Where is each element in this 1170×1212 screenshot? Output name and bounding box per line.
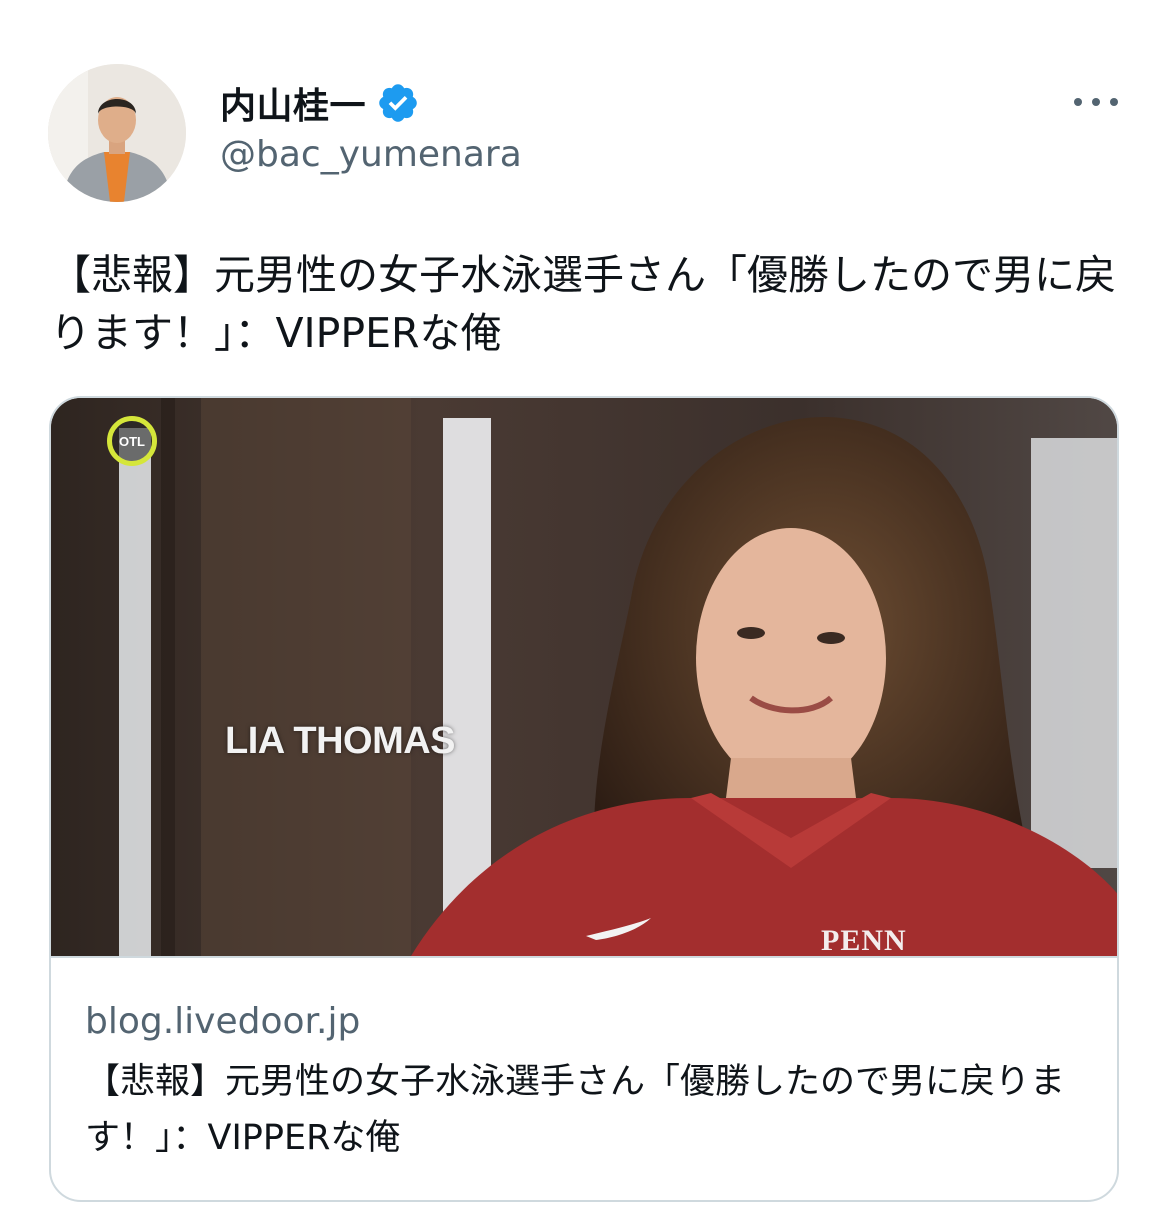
image-caption: LIA THOMAS: [225, 720, 456, 762]
card-title: 【悲報】元男性の女子水泳選手さん「優勝したので男に戻ります！」：VIPPERな俺: [85, 1062, 1066, 1158]
avatar-photo: [48, 64, 186, 202]
card-photo: [51, 398, 1117, 956]
card-domain: blog.livedoor.jp: [85, 1001, 361, 1042]
more-dot: [1074, 98, 1082, 106]
avatar[interactable]: [48, 64, 186, 202]
card-image[interactable]: OTL LIA THOMAS PENN: [51, 398, 1117, 958]
more-dot: [1110, 98, 1118, 106]
author-display-name[interactable]: 内山桂一: [220, 77, 366, 129]
verified-badge-icon: [379, 84, 417, 122]
link-card[interactable]: OTL LIA THOMAS PENN blog.livedoor.jp 【悲報…: [49, 396, 1119, 1202]
otl-logo: OTL: [107, 416, 157, 466]
shirt-text: PENN: [821, 924, 907, 957]
author-handle[interactable]: @bac_yumenara: [220, 134, 522, 175]
tweet-text: 【悲報】元男性の女子水泳選手さん「優勝したので男に戻ります！」：VIPPERな俺: [50, 251, 1116, 357]
tweet: 内山桂一 @bac_yumenara 【悲報】元男性の女子水泳選手さん「優勝した…: [0, 0, 1170, 1212]
more-horizontal-icon[interactable]: [1074, 84, 1118, 120]
author-name-row[interactable]: 内山桂一: [220, 76, 420, 130]
card-meta[interactable]: blog.livedoor.jp 【悲報】元男性の女子水泳選手さん「優勝したので…: [51, 958, 1117, 1166]
more-dot: [1092, 98, 1100, 106]
